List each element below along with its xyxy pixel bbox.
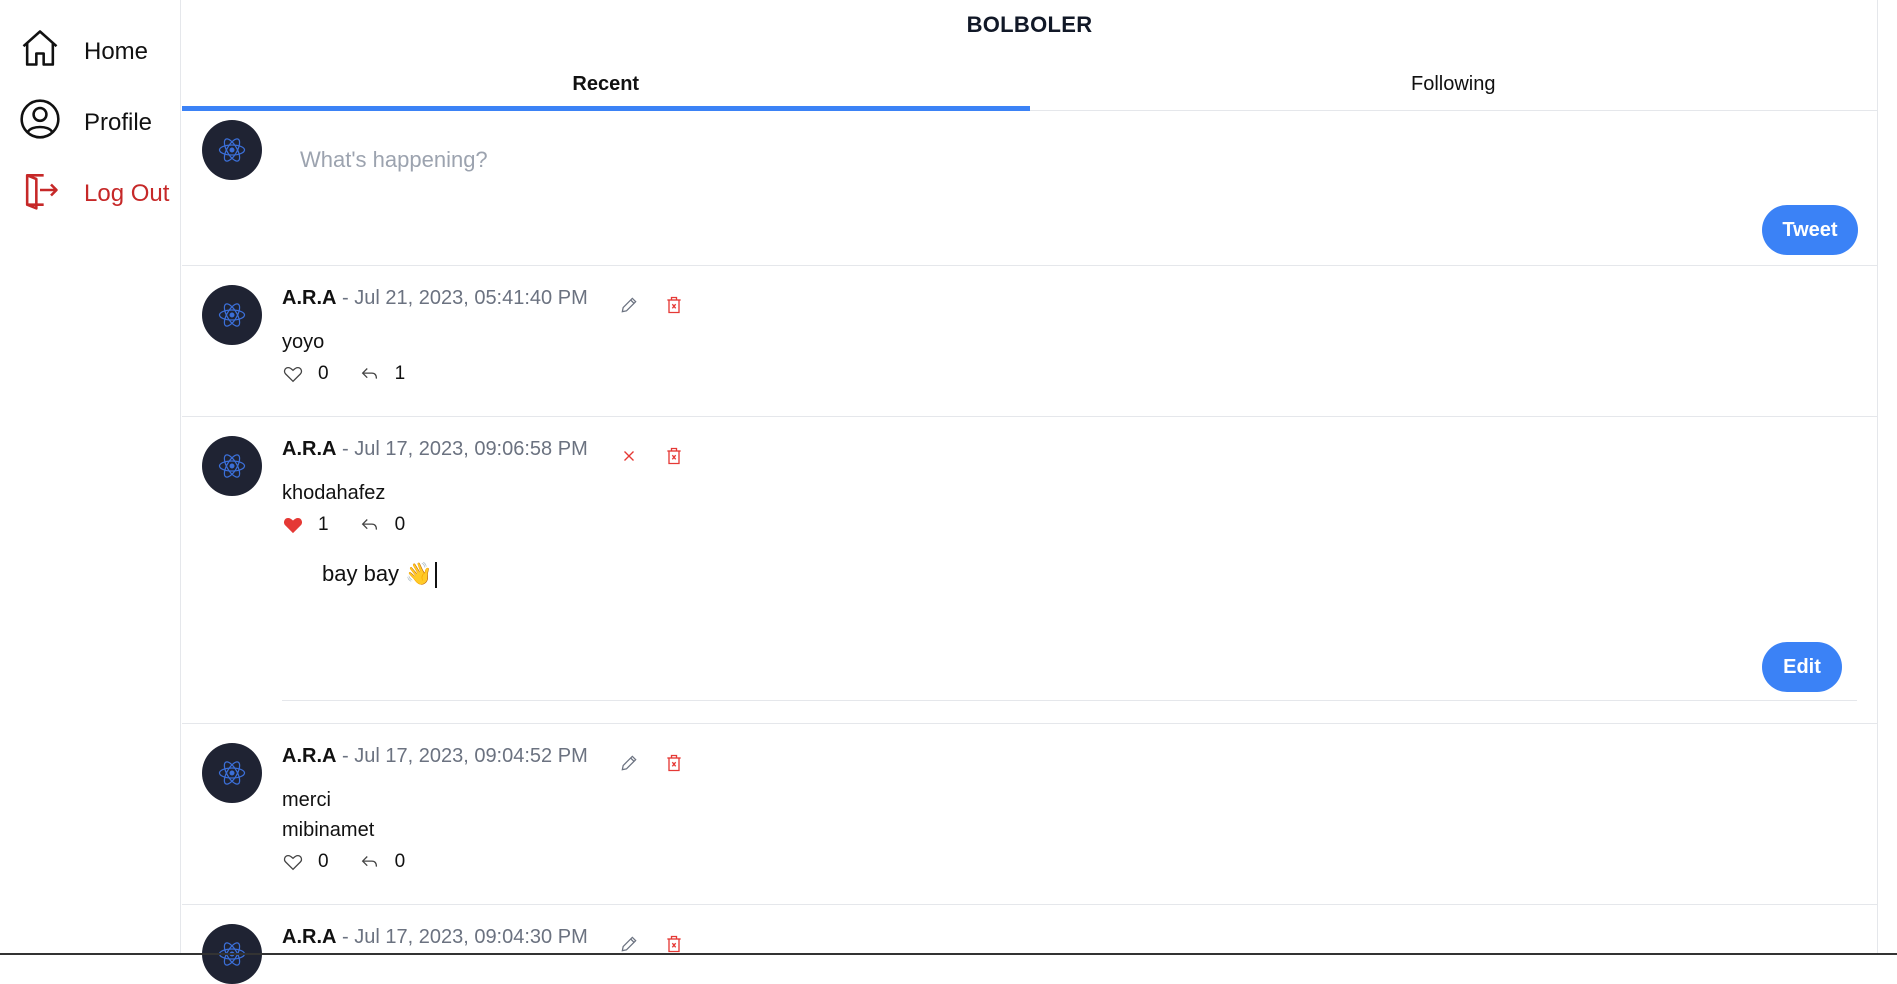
delete-icon[interactable] <box>662 293 686 317</box>
like-count: 0 <box>318 363 329 384</box>
avatar <box>202 120 262 180</box>
tweet-input[interactable] <box>298 141 1602 179</box>
edit-icon[interactable] <box>617 751 641 775</box>
page-title: BOLBOLER <box>966 12 1093 37</box>
delete-icon[interactable] <box>662 751 686 775</box>
reply-icon <box>361 519 377 530</box>
like-count: 0 <box>318 851 329 872</box>
avatar <box>202 436 262 496</box>
like-button[interactable]: 1 <box>282 514 329 536</box>
divider <box>282 700 1857 701</box>
sidebar: Home Profile Log Out <box>0 0 181 955</box>
like-button[interactable]: 0 <box>282 363 329 385</box>
delete-icon[interactable] <box>662 444 686 468</box>
post-body: yoyo <box>282 331 325 353</box>
atom-logo-icon <box>218 761 246 785</box>
post-header: A.R.A - Jul 17, 2023, 09:04:30 PM <box>282 926 588 949</box>
cancel-edit-icon[interactable] <box>617 444 641 468</box>
text-cursor <box>434 562 437 589</box>
user-circle-icon <box>18 97 62 148</box>
post: A.R.A - Jul 17, 2023, 09:06:58 PM khodah… <box>182 416 1877 724</box>
post: A.R.A - Jul 17, 2023, 09:04:30 PM <box>182 904 1877 984</box>
reply-button[interactable]: 1 <box>359 363 406 385</box>
post-header: A.R.A - Jul 17, 2023, 09:06:58 PM <box>282 438 588 461</box>
edit-input[interactable]: bay bay 👋 <box>322 561 1622 589</box>
avatar <box>202 285 262 345</box>
post-actions: 0 0 <box>282 851 405 873</box>
sidebar-item-home[interactable]: Home <box>18 26 148 77</box>
sidebar-item-logout[interactable]: Log Out <box>18 168 169 219</box>
edit-text: bay bay 👋 <box>322 561 433 586</box>
reply-icon <box>361 368 377 379</box>
post-timestamp: - Jul 17, 2023, 09:04:52 PM <box>336 745 588 767</box>
edit-icon[interactable] <box>617 293 641 317</box>
post: A.R.A - Jul 21, 2023, 05:41:40 PM yoyo 0… <box>182 265 1877 417</box>
tab-bar: Recent Following <box>182 58 1877 111</box>
avatar <box>202 743 262 803</box>
sidebar-item-label: Home <box>84 37 149 65</box>
post-actions: 0 1 <box>282 363 405 385</box>
reply-count: 0 <box>394 514 406 535</box>
post-actions: 1 0 <box>282 514 405 536</box>
post-timestamp: - Jul 17, 2023, 09:04:30 PM <box>336 926 588 948</box>
post-timestamp: - Jul 17, 2023, 09:06:58 PM <box>336 438 588 460</box>
heart-outline-icon <box>283 366 303 383</box>
atom-logo-icon <box>218 454 246 478</box>
tweet-composer: Tweet <box>182 111 1877 266</box>
post-author: A.R.A <box>282 926 337 948</box>
main-feed: BOLBOLER Recent Following Tweet A.R.A - … <box>182 0 1878 984</box>
reply-count: 0 <box>394 851 406 872</box>
sidebar-item-label: Log Out <box>84 179 170 207</box>
post: A.R.A - Jul 17, 2023, 09:04:52 PM merci … <box>182 723 1877 905</box>
post-body: merci mibinamet <box>282 789 375 841</box>
heart-filled-icon <box>284 518 302 534</box>
heart-outline-icon <box>283 854 303 871</box>
post-author: A.R.A <box>282 438 337 460</box>
atom-logo-icon <box>218 138 246 162</box>
post-timestamp: - Jul 21, 2023, 05:41:40 PM <box>336 287 588 309</box>
logout-icon <box>18 168 62 219</box>
reply-count: 1 <box>394 363 406 384</box>
home-icon <box>18 26 62 77</box>
post-header: A.R.A - Jul 21, 2023, 05:41:40 PM <box>282 287 588 310</box>
sidebar-item-label: Profile <box>84 108 153 136</box>
post-author: A.R.A <box>282 745 337 767</box>
reply-button[interactable]: 0 <box>359 514 406 536</box>
post-body: khodahafez <box>282 482 386 504</box>
reply-icon <box>361 856 377 867</box>
like-count: 1 <box>318 514 329 535</box>
atom-logo-icon <box>218 303 246 327</box>
edit-button[interactable]: Edit <box>1762 642 1842 692</box>
post-author: A.R.A <box>282 287 337 309</box>
like-button[interactable]: 0 <box>282 851 329 873</box>
tab-following[interactable]: Following <box>1030 58 1878 110</box>
sidebar-item-profile[interactable]: Profile <box>18 97 152 148</box>
post-header: A.R.A - Jul 17, 2023, 09:04:52 PM <box>282 745 588 768</box>
tweet-button[interactable]: Tweet <box>1762 205 1858 255</box>
tab-recent[interactable]: Recent <box>182 58 1030 111</box>
reply-button[interactable]: 0 <box>359 851 406 873</box>
